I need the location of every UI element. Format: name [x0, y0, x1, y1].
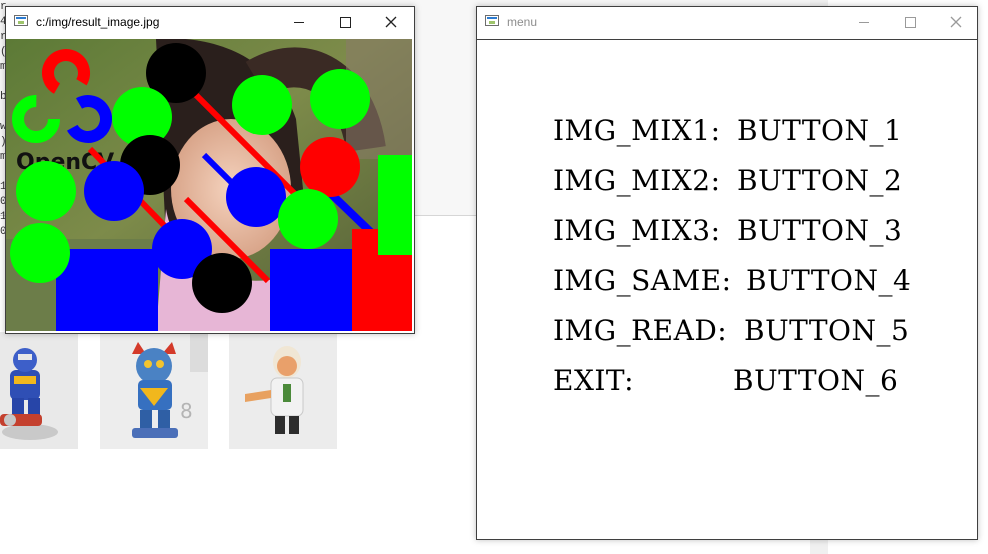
minimize-icon[interactable]	[841, 7, 887, 37]
menu-key-img-mix1: IMG_MIX1:	[553, 114, 721, 147]
cat-robot-toy-image: 8	[100, 332, 208, 449]
menu-key-img-mix2: IMG_MIX2:	[553, 164, 721, 197]
cat-robot-toy-thumbnail[interactable]: 8	[100, 332, 208, 449]
close-icon[interactable]	[933, 7, 979, 37]
menu-value-button-1: BUTTON_1	[737, 114, 903, 147]
menu-key-img-mix3: IMG_MIX3:	[553, 214, 721, 247]
menu-key-img-read: IMG_READ:	[553, 314, 728, 347]
menu-key-exit: EXIT:	[553, 364, 635, 397]
menu-value-button-6: BUTTON_6	[733, 364, 899, 397]
robot-toy-thumbnail[interactable]	[0, 332, 78, 449]
menu-window-titlebar[interactable]: menu	[477, 7, 977, 37]
menu-value-button-5: BUTTON_5	[744, 314, 910, 347]
scientist-figure-image	[229, 332, 337, 449]
result-window-titlebar[interactable]: c:/img/result_image.jpg	[6, 7, 414, 37]
menu-window-title: menu	[507, 15, 538, 29]
scientist-figure-thumbnail[interactable]	[229, 332, 337, 449]
menu-key-img-same: IMG_SAME:	[553, 264, 732, 297]
close-icon[interactable]	[368, 7, 414, 37]
menu-canvas: IMG_MIX1: BUTTON_1 IMG_MIX2: BUTTON_2 IM…	[477, 39, 977, 539]
window-app-icon	[14, 15, 28, 26]
result-window-title: c:/img/result_image.jpg	[36, 15, 160, 29]
menu-window[interactable]: menu IMG_MIX1: BUTTON_1 IMG_MIX2: BUTTON…	[476, 6, 978, 540]
menu-value-button-2: BUTTON_2	[737, 164, 903, 197]
result-image-canvas: OpenCV	[6, 39, 412, 331]
maximize-icon[interactable]	[322, 7, 368, 37]
robot-toy-image	[0, 332, 78, 449]
menu-value-button-4: BUTTON_4	[746, 264, 912, 297]
window-app-icon	[485, 15, 499, 26]
svg-text:8: 8	[180, 399, 193, 423]
result-image-window[interactable]: c:/img/result_image.jpg OpenCV	[5, 6, 415, 334]
menu-value-button-3: BUTTON_3	[737, 214, 903, 247]
minimize-icon[interactable]	[276, 7, 322, 37]
maximize-icon[interactable]	[887, 7, 933, 37]
